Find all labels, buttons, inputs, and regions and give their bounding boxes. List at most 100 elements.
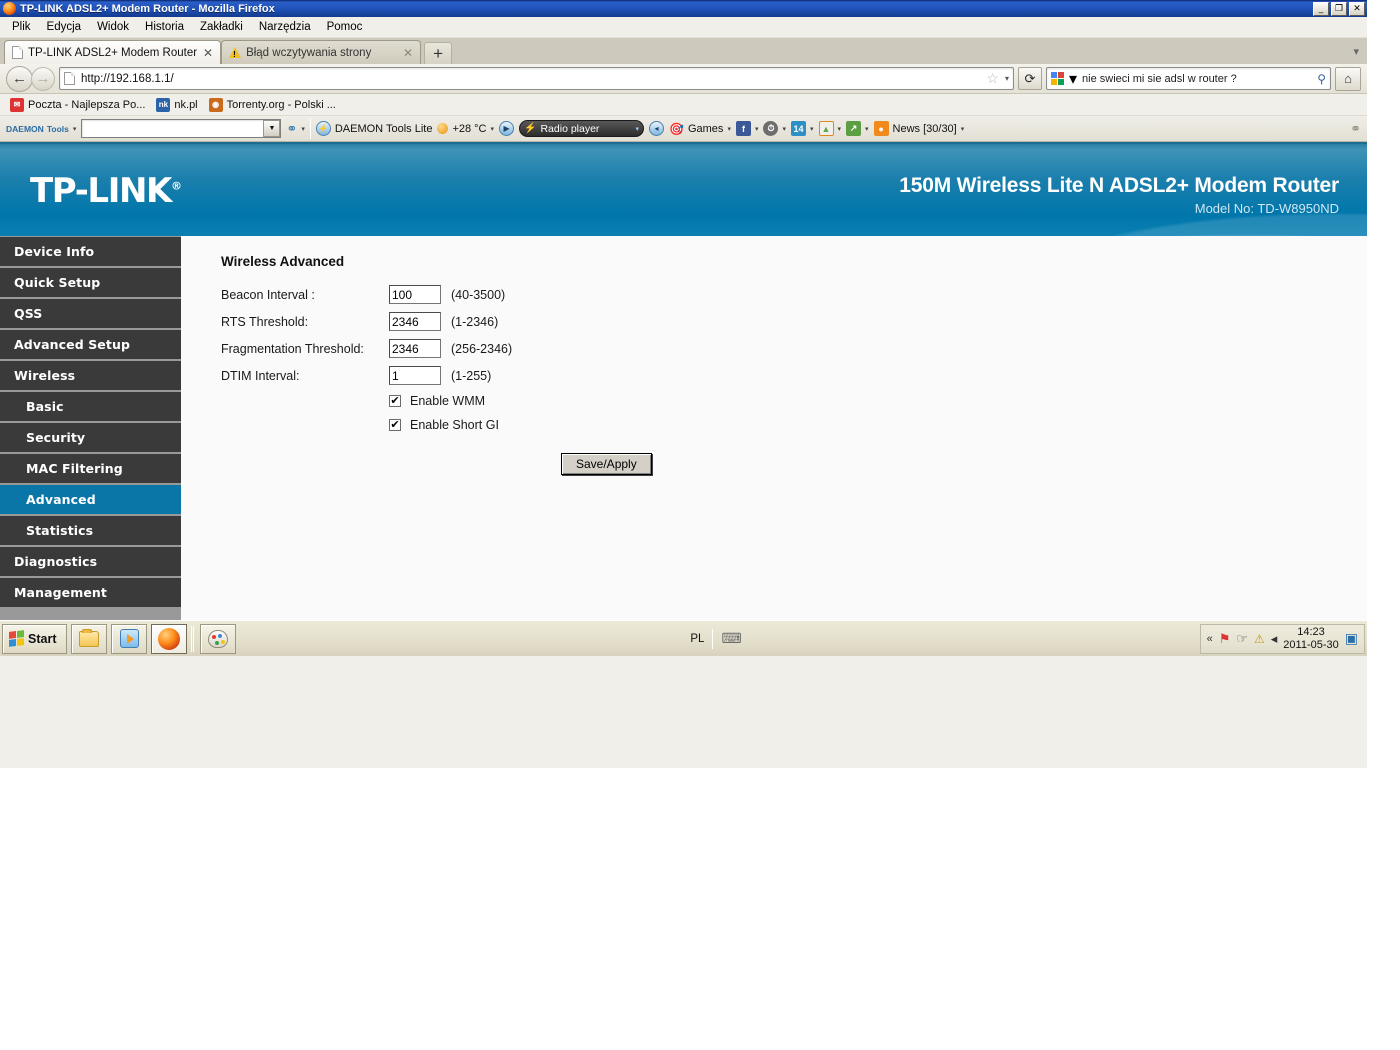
windows-logo-icon	[9, 630, 24, 647]
daemon-tools-menu[interactable]: DAEMON Tools ▾	[6, 123, 76, 135]
forward-button[interactable]: →	[31, 66, 55, 91]
enable-wmm-checkbox[interactable]: ✔	[389, 395, 401, 407]
media-icon	[119, 629, 139, 648]
dtim-interval-input[interactable]	[389, 366, 441, 385]
chevron-down-icon[interactable]: ▾	[782, 125, 786, 133]
daemon-drive-select[interactable]: ▼	[81, 119, 282, 138]
expand-tray-icon[interactable]: «	[1207, 633, 1213, 645]
calendar-button[interactable]: 14 ▾	[790, 121, 814, 136]
sidebar-item-wireless[interactable]: Wireless	[0, 361, 181, 390]
weather-widget[interactable]: +28 °C ▾	[437, 123, 494, 135]
chevron-down-icon[interactable]: ▾	[810, 125, 814, 133]
usb-device-icon[interactable]: ☞	[1236, 631, 1248, 647]
sidebar-item-advanced[interactable]: Advanced	[0, 485, 181, 514]
tab-bar: TP-LINK ADSL2+ Modem Router ✕ Błąd wczyt…	[0, 38, 1367, 64]
clock-button[interactable]: ⏱ ▾	[763, 121, 786, 136]
search-bar[interactable]: ▾ nie swieci mi sie adsl w router ? ⚲	[1046, 67, 1331, 90]
bookmark-torrenty[interactable]: ◉ Torrenty.org - Polski ...	[205, 97, 340, 113]
taskbar-grip[interactable]	[191, 625, 196, 652]
new-tab-button[interactable]: +	[424, 42, 453, 64]
close-icon[interactable]: ✕	[402, 46, 414, 60]
tray-clock[interactable]: 14:23 2011-05-30	[1283, 626, 1338, 652]
chevron-down-icon[interactable]: ▾	[1069, 69, 1077, 89]
rts-threshold-input[interactable]	[389, 312, 441, 331]
sidebar-item-security[interactable]: Security	[0, 423, 181, 452]
taskbar-button-media-player[interactable]	[111, 623, 148, 654]
chevron-down-icon[interactable]: ▾	[636, 125, 640, 133]
taskbar-button-paint[interactable]	[200, 623, 237, 654]
fragmentation-threshold-input[interactable]	[389, 339, 441, 358]
bookmark-poczta[interactable]: ✉ Poczta - Najlepsza Po...	[6, 97, 149, 113]
bookmark-nk[interactable]: nk nk.pl	[152, 97, 201, 113]
system-tray: « ⚑ ☞ ⚠ ◂ 14:23 2011-05-30 ▣	[1199, 623, 1365, 654]
network-error-icon[interactable]: ⚑	[1219, 631, 1231, 647]
chevron-down-icon[interactable]: ▾	[865, 125, 869, 133]
tab-router[interactable]: TP-LINK ADSL2+ Modem Router ✕	[4, 40, 222, 64]
addon-status-icon: ⚭	[1350, 120, 1361, 136]
chevron-down-icon[interactable]: ▾	[838, 125, 842, 133]
image-button[interactable]: ▲ ▾	[818, 121, 842, 136]
show-desktop-icon[interactable]: ▣	[1345, 630, 1358, 647]
home-button[interactable]: ⌂	[1335, 66, 1361, 91]
tab-list-icon[interactable]: ▾	[1353, 45, 1367, 58]
radio-player[interactable]: ⚡ Radio player ▾	[519, 120, 645, 137]
menu-plik[interactable]: Plik	[4, 19, 39, 35]
menu-edycja[interactable]: Edycja	[39, 19, 90, 35]
chevron-down-icon[interactable]: ▼	[263, 120, 281, 137]
chevron-down-icon[interactable]: ▾	[727, 125, 731, 133]
chevron-down-icon[interactable]: ▾	[1005, 74, 1009, 83]
enable-short-gi-checkbox[interactable]: ✔	[389, 419, 401, 431]
language-indicator[interactable]: PL	[690, 633, 704, 645]
sidebar-item-qss[interactable]: QSS	[0, 299, 181, 328]
chevron-down-icon[interactable]: ▾	[491, 125, 495, 133]
web-search-tool[interactable]: ⚭ ▾	[286, 121, 304, 137]
upload-button[interactable]: ↗ ▾	[846, 121, 869, 136]
chevron-down-icon[interactable]: ▾	[961, 125, 965, 133]
menu-widok[interactable]: Widok	[89, 19, 137, 35]
beacon-interval-input[interactable]	[389, 285, 441, 304]
globe-search-icon: ⚭	[286, 120, 298, 136]
menu-narzedzia[interactable]: Narzędzia	[251, 19, 319, 35]
address-bar[interactable]: http://192.168.1.1/ ☆ ▾	[59, 67, 1014, 90]
volume-icon[interactable]: ◂	[649, 121, 665, 136]
start-button[interactable]: Start	[2, 623, 68, 654]
bookmark-star-icon[interactable]: ☆	[986, 70, 999, 87]
sidebar-item-basic[interactable]: Basic	[0, 392, 181, 421]
back-button[interactable]: ←	[6, 65, 33, 92]
reload-button[interactable]: ⟳	[1018, 67, 1042, 90]
close-icon[interactable]: ✕	[202, 46, 214, 60]
sidebar-item-diagnostics[interactable]: Diagnostics	[0, 547, 181, 576]
sidebar-item-device-info[interactable]: Device Info	[0, 237, 181, 266]
tab-error-page[interactable]: Błąd wczytywania strony ✕	[221, 40, 422, 64]
play-button[interactable]: ▶	[499, 121, 515, 136]
search-icon[interactable]: ⚲	[1317, 72, 1326, 86]
search-input[interactable]: nie swieci mi sie adsl w router ?	[1082, 73, 1312, 85]
news-feed[interactable]: ● News [30/30] ▾	[873, 121, 965, 136]
chevron-down-icon[interactable]: ▾	[301, 125, 305, 133]
minimize-button[interactable]: _	[1313, 1, 1329, 16]
taskbar-button-firefox[interactable]	[151, 623, 188, 654]
sidebar-item-management[interactable]: Management	[0, 578, 181, 607]
volume-icon[interactable]: ◂	[1271, 631, 1278, 647]
sidebar-item-quick-setup[interactable]: Quick Setup	[0, 268, 181, 297]
maximize-button[interactable]: ❐	[1331, 1, 1347, 16]
save-apply-button[interactable]: Save/Apply	[561, 453, 652, 475]
bookmark-label: Torrenty.org - Polski ...	[226, 98, 336, 111]
sidebar-item-statistics[interactable]: Statistics	[0, 516, 181, 545]
security-warning-icon[interactable]: ⚠	[1254, 632, 1265, 646]
daemon-tools-lite-button[interactable]: ⚡ DAEMON Tools Lite	[315, 121, 432, 136]
chevron-down-icon[interactable]: ▾	[73, 125, 77, 133]
keyboard-icon[interactable]: ⌨	[721, 630, 741, 647]
facebook-button[interactable]: f ▾	[735, 121, 759, 136]
taskbar-button-explorer[interactable]	[71, 623, 108, 654]
close-button[interactable]: ✕	[1349, 1, 1365, 16]
bolt-icon: ⚡	[524, 123, 537, 134]
menu-historia[interactable]: Historia	[137, 19, 192, 35]
menu-pomoc[interactable]: Pomoc	[319, 19, 371, 35]
games-menu[interactable]: 🎯 Games ▾	[669, 122, 731, 136]
menu-zakladki[interactable]: Zakładki	[192, 19, 251, 35]
sidebar-item-advanced-setup[interactable]: Advanced Setup	[0, 330, 181, 359]
games-icon: 🎯	[669, 121, 684, 136]
sidebar-item-mac-filtering[interactable]: MAC Filtering	[0, 454, 181, 483]
chevron-down-icon[interactable]: ▾	[755, 125, 759, 133]
